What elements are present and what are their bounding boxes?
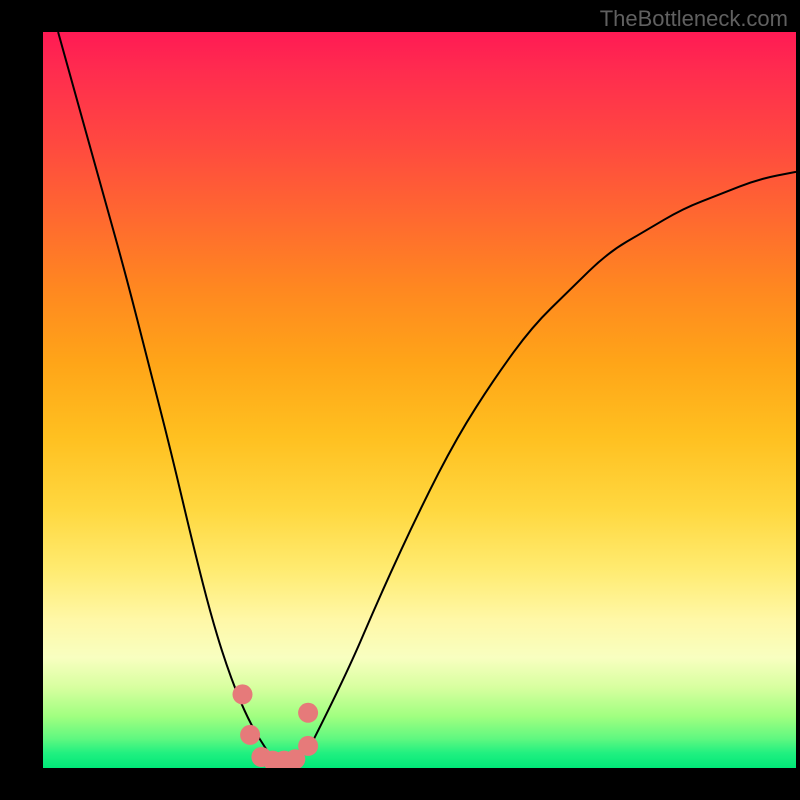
chart-plot-area xyxy=(43,32,796,768)
watermark-text: TheBottleneck.com xyxy=(600,6,788,32)
right-curve xyxy=(307,172,796,754)
chart-curves xyxy=(43,32,796,768)
left-curve xyxy=(58,32,269,753)
